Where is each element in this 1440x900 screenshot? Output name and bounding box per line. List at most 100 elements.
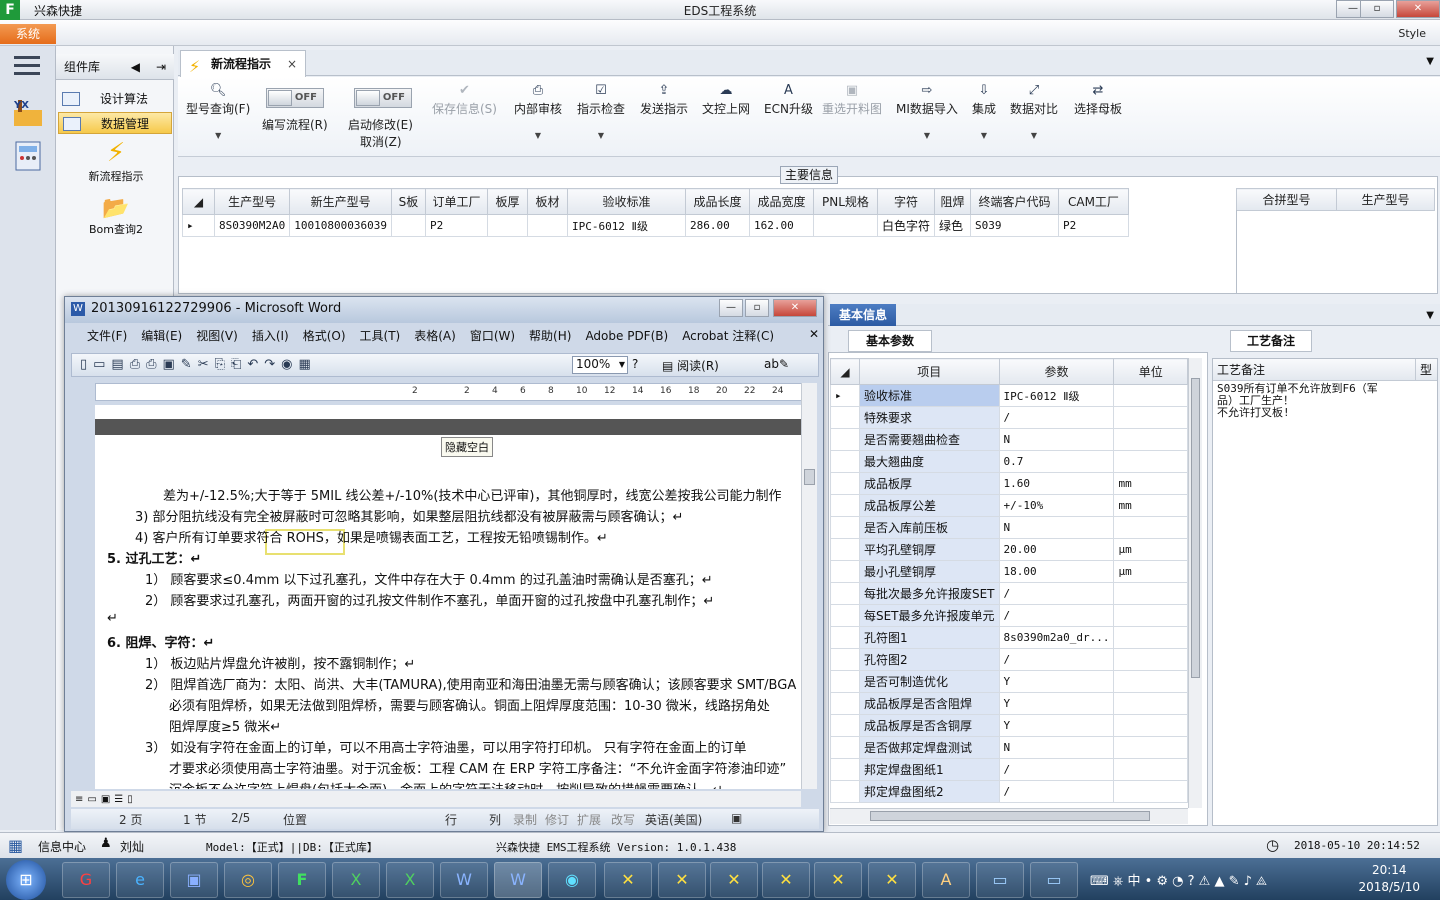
grid-cell[interactable]: [1113, 648, 1188, 671]
column-header[interactable]: 单位: [1113, 358, 1188, 385]
scrollbar-thumb[interactable]: [804, 469, 815, 485]
word-menu-view[interactable]: 视图(V): [196, 329, 238, 343]
taskbar-eds-icon[interactable]: F: [278, 862, 326, 898]
tray-icons[interactable]: ⌨ ⎈: [1090, 874, 1127, 889]
grid-cell[interactable]: [486, 214, 528, 237]
status-record[interactable]: 录制: [513, 811, 537, 828]
column-header[interactable]: 生产型号: [1336, 188, 1435, 211]
grid-cell[interactable]: 8s0390m2a0_dr...: [998, 626, 1115, 649]
send-instruction-button[interactable]: ⇪ 发送指示: [640, 82, 688, 117]
word-horizontal-scrollbar[interactable]: ≡▭▣☰▯: [71, 791, 801, 807]
table-row[interactable]: 特殊要求 /: [830, 406, 1188, 429]
grid-cell[interactable]: 20.00: [998, 538, 1115, 561]
column-header[interactable]: CAM工厂: [1057, 188, 1129, 215]
grid-cell[interactable]: 是否可制造优化: [858, 670, 1000, 693]
word-maximize-button[interactable]: ▫: [745, 299, 769, 317]
grid-cell[interactable]: [1113, 758, 1188, 781]
doc-upload-button[interactable]: ☁ 文控上网: [702, 82, 750, 117]
grid-cell[interactable]: 最大翘曲度: [858, 450, 1000, 473]
column-header[interactable]: 板厚: [486, 188, 528, 215]
table-row[interactable]: 成品板厚公差 +/-10% mm: [830, 494, 1188, 517]
grid-cell[interactable]: IPC-6012 Ⅱ级: [566, 214, 686, 237]
grid-cell[interactable]: 平均孔壁铜厚: [858, 538, 1000, 561]
grid-cell[interactable]: 成品板厚公差: [858, 494, 1000, 517]
taskbar-cam-icon[interactable]: ✕: [868, 862, 916, 898]
grid-cell[interactable]: [812, 214, 878, 237]
data-compare-button[interactable]: ⤢ 数据对比 ▼: [1010, 82, 1058, 140]
column-header[interactable]: 订单工厂: [424, 188, 488, 215]
maximize-button[interactable]: ▫: [1360, 0, 1394, 18]
view-mode-icon[interactable]: ≡▭▣☰▯: [71, 794, 137, 805]
status-revision[interactable]: 修订: [545, 811, 569, 828]
column-header[interactable]: 项目: [858, 358, 1000, 385]
table-row[interactable]: 邦定焊盘图纸2/: [830, 780, 1188, 803]
table-row[interactable]: 成品板厚 1.60 mm: [830, 472, 1188, 495]
grid-cell[interactable]: P2: [424, 214, 488, 237]
column-header[interactable]: 新生产型号: [289, 188, 392, 215]
taskbar-cam-icon[interactable]: ✕: [658, 862, 706, 898]
word-menu-table[interactable]: 表格(A): [414, 329, 456, 343]
zoom-select[interactable]: 100% ▼: [572, 356, 628, 374]
grid-cell[interactable]: 8S0390M2A0: [213, 214, 291, 237]
table-row[interactable]: 是否可制造优化 Y: [830, 670, 1188, 693]
standard-toolbar-icon[interactable]: ▯▭▤⎙⎙▣✎✂⎘⎗↶↷◉▦: [80, 357, 317, 372]
word-menu-help[interactable]: 帮助(H): [529, 329, 571, 343]
word-ruler[interactable]: 2 2 4 6 8 10 12 14 16 18 20 22 24: [95, 383, 803, 401]
grid-cell[interactable]: [1113, 516, 1188, 539]
grid-cell[interactable]: [526, 214, 568, 237]
word-menu-window[interactable]: 窗口(W): [470, 329, 515, 343]
status-overwrite[interactable]: 改写: [611, 811, 635, 828]
table-row[interactable]: 成品板厚是否含阻焊 Y: [830, 692, 1188, 715]
pin-icon[interactable]: ⇥: [156, 54, 166, 80]
table-row[interactable]: 是否做邦定焊盘测试 N: [830, 736, 1188, 759]
word-window[interactable]: W 20130916122729906 - Microsoft Word — ▫ …: [64, 296, 824, 832]
grid-cell[interactable]: 286.00: [684, 214, 750, 237]
grid-cell[interactable]: [1113, 604, 1188, 627]
write-flow-toggle[interactable]: OFF: [266, 88, 324, 108]
system-button[interactable]: 系统: [0, 24, 56, 44]
grid-cell[interactable]: Y: [998, 692, 1115, 715]
instruction-check-button[interactable]: ☑ 指示检查 ▼: [577, 82, 625, 140]
word-doc-close-icon[interactable]: ✕: [809, 327, 819, 341]
arrow-left-icon[interactable]: ◀: [131, 54, 140, 80]
start-modify-toggle[interactable]: OFF: [354, 88, 412, 108]
grid-cell[interactable]: 最小孔壁铜厚: [858, 560, 1000, 583]
grid-cell[interactable]: /: [998, 648, 1115, 671]
grid-cell[interactable]: μm: [1113, 538, 1188, 561]
tab-basic-params[interactable]: 基本参数: [848, 330, 932, 352]
column-header[interactable]: 终端客户代码: [969, 188, 1059, 215]
word-menu-acrobat[interactable]: Acrobat 注释(C): [682, 329, 774, 343]
grid-cell[interactable]: mm: [1113, 472, 1188, 495]
scrollbar-thumb[interactable]: [870, 811, 1150, 821]
grid-cell[interactable]: Y: [998, 670, 1115, 693]
bom-query-item[interactable]: 📂 Bom查询2: [76, 196, 156, 237]
column-header[interactable]: 参数: [998, 358, 1115, 385]
grid-cell[interactable]: 验收标准: [858, 384, 1000, 407]
grid-cell[interactable]: [1113, 428, 1188, 451]
grid-cell[interactable]: 邦定焊盘图纸2: [858, 780, 1000, 803]
taskbar-excel-icon[interactable]: X: [332, 862, 380, 898]
component-item-data-management[interactable]: 数据管理: [58, 112, 172, 134]
column-header[interactable]: 成品长度: [684, 188, 750, 215]
tray-icons[interactable]: • ⚙ ◔ ? ⚠ ▲ ✎ ♪ ⟁: [1140, 874, 1268, 889]
grid-cell[interactable]: 绿色: [933, 214, 971, 237]
word-menu-tools[interactable]: 工具(T): [360, 329, 401, 343]
grid-cell[interactable]: /: [998, 758, 1115, 781]
grid-cell[interactable]: 孔符图2: [858, 648, 1000, 671]
info-center-link[interactable]: 信息中心: [38, 838, 86, 855]
table-row[interactable]: 孔符图1 8s0390m2a0_dr...: [830, 626, 1188, 649]
grid-cell[interactable]: 是否需要翘曲检查: [858, 428, 1000, 451]
table-row[interactable]: 孔符图2/: [830, 648, 1188, 671]
grid-cell[interactable]: μm: [1113, 560, 1188, 583]
grid-cell[interactable]: [1113, 780, 1188, 803]
windows-grid-icon[interactable]: ▦: [8, 836, 23, 855]
word-menu-adobe-pdf[interactable]: Adobe PDF(B): [585, 329, 668, 343]
select-mother-board-button[interactable]: ⇄ 选择母板: [1074, 82, 1122, 117]
table-row[interactable]: 每SET最多允许报废单元 /: [830, 604, 1188, 627]
word-close-button[interactable]: ✕: [773, 299, 817, 317]
taskbar-word-icon[interactable]: W: [440, 862, 488, 898]
grid-cell[interactable]: [1113, 736, 1188, 759]
grid-cell[interactable]: [1113, 450, 1188, 473]
status-extend[interactable]: 扩展: [577, 811, 601, 828]
taskbar-clock[interactable]: 20:14 2018/5/10: [1358, 862, 1420, 896]
